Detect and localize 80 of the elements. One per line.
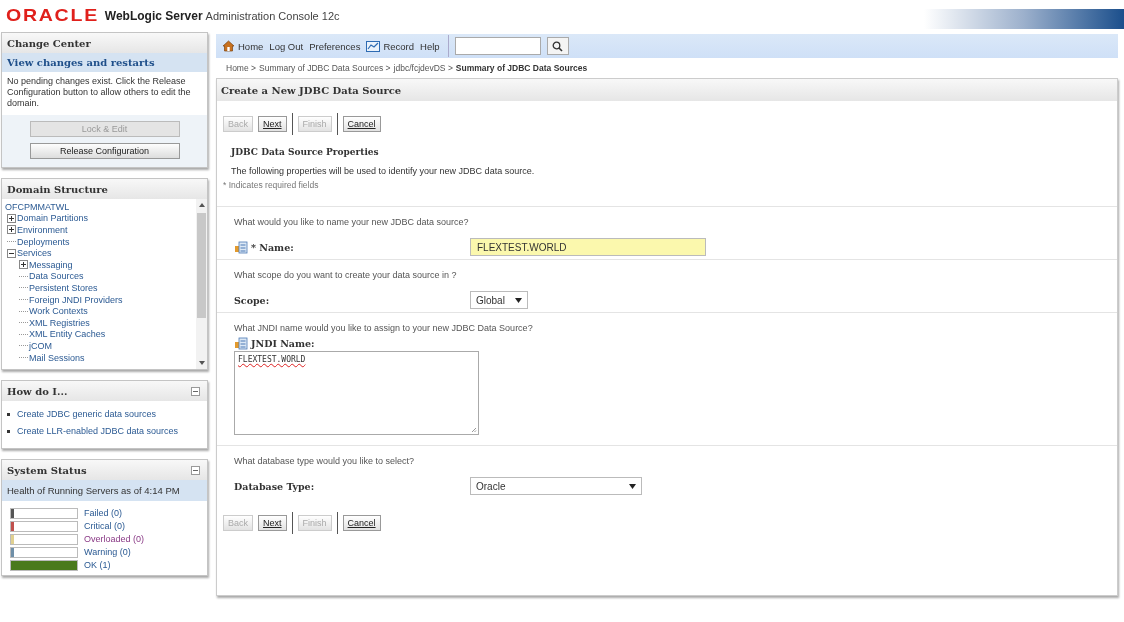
wizard-button[interactable]: Cancel [342,515,381,531]
panel-title: Domain Structure [7,183,108,195]
panel-title: System Status [7,464,87,476]
tree-item[interactable]: Foreign JNDI Providers [29,294,123,305]
field-question: What would you like to name your new JDBC data source? [234,217,470,227]
dropdown[interactable]: Oracle [470,477,642,495]
bullet-icon [7,412,10,416]
scroll-down-icon[interactable] [196,359,207,367]
record-link[interactable]: Record [366,40,414,52]
tree-item[interactable]: Domain Partitions [17,213,89,224]
search-field[interactable] [454,37,541,55]
scroll-up-icon[interactable] [196,201,207,209]
scrollbar[interactable] [196,199,207,369]
tree-item[interactable]: XML Registries [29,317,90,328]
dropdown[interactable]: Global [470,291,528,309]
health-status-link[interactable]: Warning (0) [84,547,131,557]
health-status-link[interactable]: OK (1) [84,560,111,570]
breadcrumb-link[interactable]: Summary of JDBC Data Sources [455,63,588,73]
collapse-icon[interactable] [7,248,16,258]
tree-item[interactable]: Mail Sessions [29,352,85,363]
section-description: The following properties will be used to identify your new JDBC data source. [230,165,536,178]
tree-item[interactable]: Services [17,248,52,259]
tree-item[interactable]: XML Entity Caches [29,329,106,340]
search-icon [552,40,564,52]
required-note: * Indicates required fields [222,179,320,192]
pending-message: No pending changes exist. Click the Release Configuration button to allow others to edit the domain. [2,72,207,115]
field-label: * Name: [251,241,294,253]
field-question: What scope do you want to create your data source in ? [234,270,458,280]
health-status-link[interactable]: Failed (0) [84,508,122,518]
tree-item[interactable]: Persistent Stores [29,282,98,293]
help-link[interactable]: Create JDBC generic data sources [17,409,157,419]
home-link[interactable]: Home [222,40,264,52]
release-configuration-button[interactable]: Release Configuration [29,143,180,159]
search-button[interactable] [546,37,569,55]
tree-item[interactable]: Messaging [29,259,73,270]
breadcrumb-link[interactable]: Home > [226,63,256,73]
toolbar-link[interactable]: Log Out [269,40,304,52]
breadcrumb-link[interactable]: jdbc/fcjdevDS > [393,63,453,73]
tree-item[interactable]: Environment [17,225,68,235]
toolbar-link[interactable]: Help [420,40,440,52]
field-label: JNDI Name: [251,337,315,349]
tree-item[interactable]: Data Sources [29,271,84,282]
tree-item[interactable]: jCOM [29,340,52,351]
field-question: What JNDI name would you like to assign to your new JDBC Data Source? [234,323,534,333]
wizard-button[interactable]: Cancel [342,116,381,132]
product-name: WebLogic Server [104,9,203,23]
tree-item[interactable]: OFCPMMATWL [5,201,70,212]
breadcrumb-link[interactable]: Summary of JDBC Data Sources > [259,63,391,73]
field-label: Database Type: [234,480,315,492]
bullet-icon [7,429,10,433]
dropdown-arrow-icon [629,483,636,489]
toolbar-link[interactable]: Preferences [309,40,361,52]
house-icon [222,40,235,52]
minimize-icon[interactable] [191,465,200,475]
tree-item[interactable]: Work Contexts [29,306,88,317]
expand-icon[interactable] [19,260,28,270]
field-label: Scope: [234,294,270,306]
health-bar [10,559,78,571]
expand-icon[interactable] [7,213,16,223]
expand-icon[interactable] [7,225,16,235]
wizard-button[interactable]: Next [258,515,287,531]
console-title: Administration Console 12c [205,10,340,22]
name-input[interactable]: FLEXTEST.WORLD [470,238,706,256]
panel-title: Create a New JDBC Data Source [221,84,402,96]
chart-icon [366,40,381,52]
brand-logo: ORACLE [6,6,99,26]
health-status-link[interactable]: Overloaded (0) [84,534,145,544]
help-link[interactable]: Create LLR-enabled JDBC data sources [17,426,179,436]
jndi-name-textarea[interactable]: FLEXTEST.WORLD [234,351,479,435]
resize-grip-icon[interactable] [471,427,477,433]
wizard-button[interactable]: Next [258,116,287,132]
dropdown-arrow-icon [514,297,522,303]
minimize-icon[interactable] [191,386,200,396]
health-heading: Health of Running Servers as of 4:14 PM [2,480,207,501]
panel-title: Change Center [7,37,91,49]
field-question: What database type would you like to select? [234,456,416,466]
section-title: JDBC Data Source Properties [229,146,380,159]
panel-title: How do I... [7,385,68,397]
health-status-link[interactable]: Critical (0) [84,521,125,531]
tree-item[interactable]: Deployments [17,236,70,247]
